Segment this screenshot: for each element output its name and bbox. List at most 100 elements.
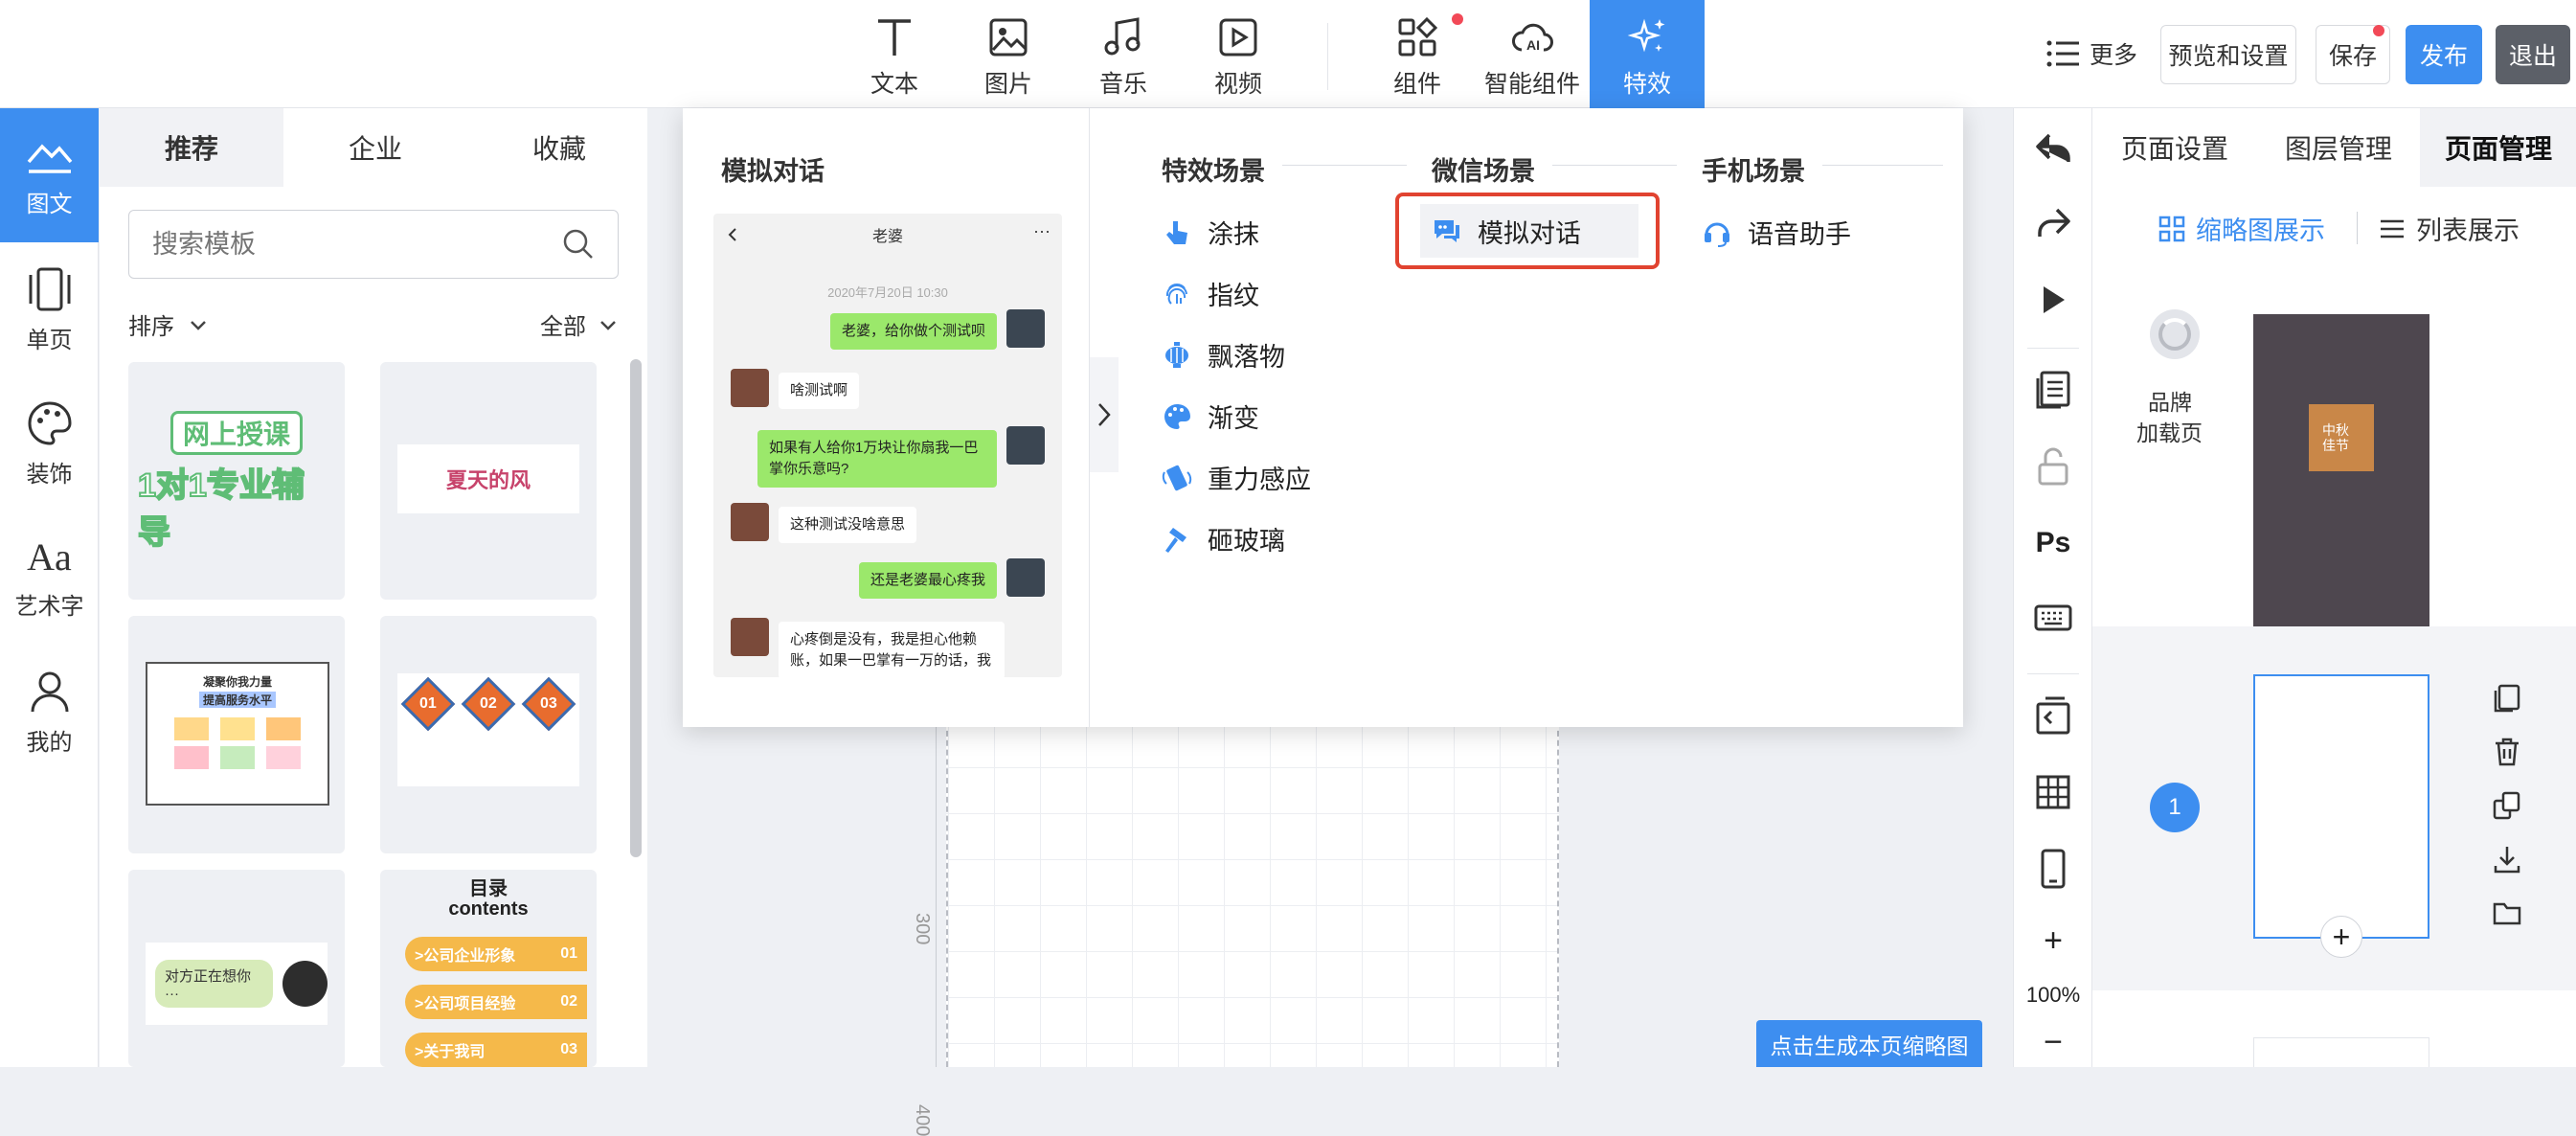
photoshop-icon[interactable]: Ps [2030,520,2076,566]
tab-page-settings[interactable]: 页面设置 [2092,108,2257,187]
template-card[interactable]: 网上授课 1对1专业辅导 [128,362,345,600]
thumbnail-view-toggle[interactable]: 缩略图展示 [2158,210,2325,247]
effect-item-gradient[interactable]: 渐变 [1162,398,1259,435]
right-panel: 页面设置 图层管理 页面管理 缩略图展示 列表展示 品牌 加载页 中秋佳节 1 … [2091,108,2576,1067]
brand-page-thumbnail[interactable]: 中秋佳节 [2253,314,2429,580]
thumbnail-view-label: 缩略图展示 [2196,216,2325,245]
rail-item-art-text[interactable]: Aa 艺术字 [0,511,99,645]
tool-music[interactable]: 音乐 [1066,0,1181,108]
add-page-button[interactable]: + [2320,916,2362,958]
template-card[interactable]: 对方正在想你··· [128,870,345,1067]
card-text: 夏天的风 [445,468,531,492]
art-text-icon: Aa [27,535,72,579]
play-icon[interactable] [2030,277,2076,323]
sort-dropdown[interactable]: 排序 [128,307,211,341]
effect-label: 重力感应 [1208,466,1311,494]
effect-item-smear[interactable]: 涂抹 [1162,214,1259,251]
user-icon [31,671,68,712]
search-input[interactable] [152,229,562,260]
tab-page-management[interactable]: 页面管理 [2420,108,2576,187]
list-icon [2046,40,2079,67]
template-panel: 推荐 企业 收藏 排序 全部 网上授课 1对1专业辅导 夏天的风 凝聚你我力量 … [100,108,647,1067]
effect-label: 涂抹 [1208,220,1259,249]
template-card[interactable]: 01 02 03 [380,616,597,853]
chevron-down-icon [600,320,616,330]
rail-item-single-page[interactable]: 单页 [0,242,99,376]
delete-icon[interactable] [2491,736,2523,768]
rail-item-mine[interactable]: 我的 [0,645,99,779]
more-button[interactable]: 更多 [2045,36,2137,71]
keyboard-icon[interactable] [2030,595,2076,641]
chat-bubble: 如果有人给你1万块让你扇我一巴掌你乐意吗? [757,430,997,488]
page-number-badge: 1 [2150,783,2200,832]
tool-image[interactable]: 图片 [951,0,1066,108]
rail-label: 单页 [26,327,73,353]
card-text: 01 [418,694,437,712]
sort-label: 排序 [128,314,174,340]
exit-button[interactable]: 退出 [2496,25,2570,84]
search-box[interactable] [128,210,619,279]
rail-label: 艺术字 [14,594,84,620]
effect-item-fingerprint[interactable]: 指纹 [1162,275,1259,312]
template-card[interactable]: 凝聚你我力量 提高服务水平 [128,616,345,853]
page-thumbnail[interactable] [2253,674,2429,939]
template-card[interactable]: 目录 contents >公司企业形象 01 >公司项目经验 02 >关于我司 03 [380,870,597,1067]
card-text: 03 [540,694,558,712]
tool-ai-components[interactable]: AI 智能组件 [1475,0,1590,108]
filter-dropdown[interactable]: 全部 [540,307,621,341]
rail-item-image-text[interactable]: 图文 [0,108,99,242]
template-scrollbar[interactable] [630,359,642,857]
tab-favorites[interactable]: 收藏 [467,108,651,187]
list-view-toggle[interactable]: 列表展示 [2378,210,2520,247]
column-title-wechat: 微信场景 [1432,157,1535,186]
effect-item-simulated-chat[interactable]: 模拟对话 [1420,204,1638,258]
copy-page-icon[interactable] [2030,367,2076,413]
redo-icon[interactable] [2030,200,2076,246]
duplicate-icon[interactable] [2491,789,2523,822]
effects-dropdown: 模拟对话 老婆 ··· 2020年7月20日 10:30 老婆，给你做个测试呗 … [683,108,1963,727]
tool-text[interactable]: 文本 [837,0,952,108]
effect-item-glass-break[interactable]: 砸玻璃 [1162,520,1285,557]
import-page-icon[interactable] [2030,693,2076,738]
tab-layer-management[interactable]: 图层管理 [2257,108,2420,187]
effect-item-falling[interactable]: 飘落物 [1162,336,1285,374]
more-icon: ··· [1033,221,1051,240]
download-icon[interactable] [2491,843,2523,875]
phone-tilt-icon [1162,465,1192,490]
undo-icon[interactable] [2030,125,2076,171]
zoom-out-button[interactable]: − [2014,1023,2092,1061]
template-card[interactable]: 夏天的风 [380,362,597,600]
finger-icon [1166,220,1187,244]
zoom-in-button[interactable]: + [2014,922,2092,960]
list-view-label: 列表展示 [2416,216,2520,245]
card-text: 网上授课 [169,411,303,455]
copy-icon[interactable] [2491,682,2523,715]
tab-enterprise[interactable]: 企业 [283,108,467,187]
mobile-preview-icon[interactable] [2030,846,2076,892]
publish-button[interactable]: 发布 [2406,25,2482,84]
list-view-icon [2381,219,2404,238]
vertical-ruler: 300 400 [908,721,937,1136]
effect-item-gravity[interactable]: 重力感应 [1162,459,1311,496]
tool-effects[interactable]: 特效 [1590,0,1705,108]
page-list-item[interactable]: 1 + [2092,626,2576,990]
folder-icon[interactable] [2491,897,2523,929]
page-thumbnail[interactable] [2253,1037,2429,1067]
video-icon [1219,18,1257,57]
brand-thumb-image: 中秋佳节 [2309,404,2374,471]
tab-recommended[interactable]: 推荐 [100,108,283,187]
search-icon[interactable] [562,228,595,261]
generate-thumbnail-button[interactable]: 点击生成本页缩略图 [1756,1020,1982,1067]
effect-label: 语音助手 [1748,220,1851,249]
tool-label: 视频 [1213,71,1262,98]
grid-icon[interactable] [2030,769,2076,815]
lock-open-icon[interactable] [2030,443,2076,489]
rail-item-decoration[interactable]: 装饰 [0,376,99,511]
tool-video[interactable]: 视频 [1181,0,1296,108]
page-canvas[interactable] [946,721,1559,1067]
save-notification-dot [2373,25,2384,36]
column-title-phone: 手机场景 [1702,157,1805,186]
preview-settings-button[interactable]: 预览和设置 [2160,25,2296,84]
effect-item-voice-assistant[interactable]: 语音助手 [1702,214,1851,251]
collapse-button[interactable] [1090,357,1119,472]
